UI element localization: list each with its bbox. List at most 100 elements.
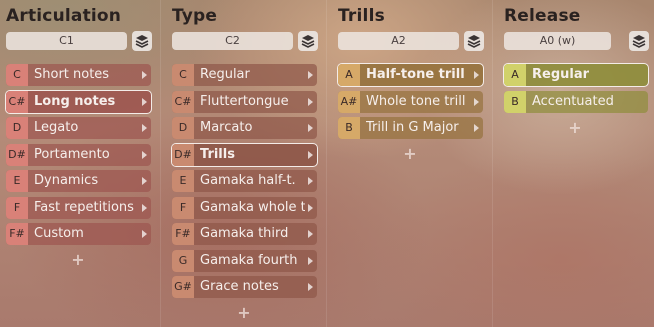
item-label: Gamaka fourth <box>200 252 298 268</box>
item-key: G <box>172 249 194 272</box>
list-item[interactable]: G# Grace notes <box>172 276 317 298</box>
item-key: F# <box>172 223 194 245</box>
chevron-right-icon <box>142 97 147 106</box>
chevron-right-icon <box>474 71 479 79</box>
layers-button[interactable] <box>132 31 152 51</box>
item-key: G# <box>172 276 194 298</box>
column-title: Release <box>504 6 581 26</box>
list-item[interactable]: A Half-tone trill <box>337 63 484 87</box>
item-key: B <box>338 117 360 139</box>
list-item[interactable]: A# Whole tone trill <box>338 90 483 113</box>
item-label: Short notes <box>34 67 110 82</box>
list-item[interactable]: C Regular <box>172 64 317 86</box>
list-item[interactable]: F Gamaka whole t <box>172 196 317 219</box>
item-key: F <box>172 196 194 219</box>
chevron-right-icon <box>308 283 313 291</box>
item-label: Fluttertongue <box>200 93 289 109</box>
keyswitch-field[interactable]: C2 <box>172 32 293 50</box>
item-label: Gamaka half-t. <box>200 173 296 188</box>
add-item-button[interactable]: + <box>237 303 251 322</box>
keyswitch-field[interactable]: C1 <box>6 32 127 50</box>
layers-button[interactable] <box>629 31 649 51</box>
chevron-right-icon <box>308 256 313 265</box>
layers-icon <box>135 35 149 48</box>
list-item[interactable]: G Gamaka fourth <box>172 249 317 272</box>
list-item[interactable]: C# Fluttertongue <box>172 90 317 113</box>
chevron-right-icon <box>308 177 313 185</box>
layers-icon <box>632 35 646 48</box>
chevron-right-icon <box>474 97 479 106</box>
chevron-right-icon <box>142 203 147 212</box>
chevron-right-icon <box>308 124 313 132</box>
item-key: E <box>6 170 28 192</box>
column-articulation: Articulation C1 C Short notes C# Long notes… <box>0 0 160 327</box>
item-label: Grace notes <box>200 279 279 294</box>
layers-icon <box>301 35 315 48</box>
item-key: B <box>504 90 526 113</box>
list-item[interactable]: B Trill in G Major <box>338 117 483 139</box>
item-key: C# <box>6 90 28 113</box>
layers-button[interactable] <box>298 31 318 51</box>
item-key: F# <box>6 223 28 245</box>
column-release: Release A0 (w) A Regular B Accentuated + <box>492 0 654 327</box>
column-title: Trills <box>338 6 385 26</box>
list-item[interactable]: A Regular <box>503 63 649 87</box>
item-label: Custom <box>34 226 84 241</box>
item-label: Gamaka third <box>200 226 289 241</box>
chevron-right-icon <box>142 150 147 159</box>
column-trills: Trills A2 A Half-tone trill A# Whole tone t… <box>326 0 492 327</box>
item-key: C# <box>172 90 194 113</box>
list-item[interactable]: C# Long notes <box>5 89 152 114</box>
chevron-right-icon <box>308 150 313 159</box>
chevron-right-icon <box>474 124 479 132</box>
add-item-button[interactable]: + <box>71 250 85 269</box>
item-key: D <box>6 117 28 139</box>
list-item[interactable]: D Legato <box>6 117 151 139</box>
list-item[interactable]: F# Gamaka third <box>172 223 317 245</box>
item-label: Marcato <box>200 120 253 135</box>
column-title: Type <box>172 6 218 26</box>
list-item[interactable]: C Short notes <box>6 64 151 86</box>
chevron-right-icon <box>142 71 147 79</box>
item-key: A <box>504 64 526 86</box>
list-item[interactable]: D Marcato <box>172 117 317 139</box>
item-label: Long notes <box>34 93 116 109</box>
chevron-right-icon <box>142 124 147 132</box>
keyswitch-field[interactable]: A2 <box>338 32 459 50</box>
list-item[interactable]: D# Portamento <box>6 143 151 166</box>
item-key: E <box>172 170 194 192</box>
list-item[interactable]: E Dynamics <box>6 170 151 192</box>
item-label: Regular <box>200 67 250 82</box>
item-label: Portamento <box>34 146 110 162</box>
item-label: Trills <box>200 146 235 162</box>
chevron-right-icon <box>142 177 147 185</box>
item-label: Fast repetitions <box>34 199 134 215</box>
layers-button[interactable] <box>464 31 484 51</box>
item-key: F <box>6 196 28 219</box>
chevron-right-icon <box>308 71 313 79</box>
item-label: Half-tone trill <box>366 67 465 82</box>
item-label: Trill in G Major <box>366 120 459 135</box>
chevron-right-icon <box>308 230 313 238</box>
list-item[interactable]: F Fast repetitions <box>6 196 151 219</box>
item-key: D# <box>172 143 194 166</box>
chevron-right-icon <box>308 203 313 212</box>
item-key: A# <box>338 90 360 113</box>
item-label: Legato <box>34 120 79 135</box>
list-item[interactable]: F# Custom <box>6 223 151 245</box>
column-title: Articulation <box>6 6 122 26</box>
list-item[interactable]: D# Trills <box>171 142 318 167</box>
item-label: Accentuated <box>532 93 614 109</box>
add-item-button[interactable]: + <box>568 118 582 137</box>
item-key: C <box>172 64 194 86</box>
item-key: C <box>6 64 28 86</box>
column-type: Type C2 C Regular C# Fluttertongue D Marcato D… <box>160 0 326 327</box>
chevron-right-icon <box>308 97 313 106</box>
item-label: Dynamics <box>34 173 99 188</box>
item-label: Regular <box>532 67 590 82</box>
keyswitch-field[interactable]: A0 (w) <box>504 32 611 50</box>
list-item[interactable]: B Accentuated <box>504 90 648 113</box>
list-item[interactable]: E Gamaka half-t. <box>172 170 317 192</box>
item-label: Gamaka whole t <box>200 199 305 215</box>
add-item-button[interactable]: + <box>403 144 417 163</box>
